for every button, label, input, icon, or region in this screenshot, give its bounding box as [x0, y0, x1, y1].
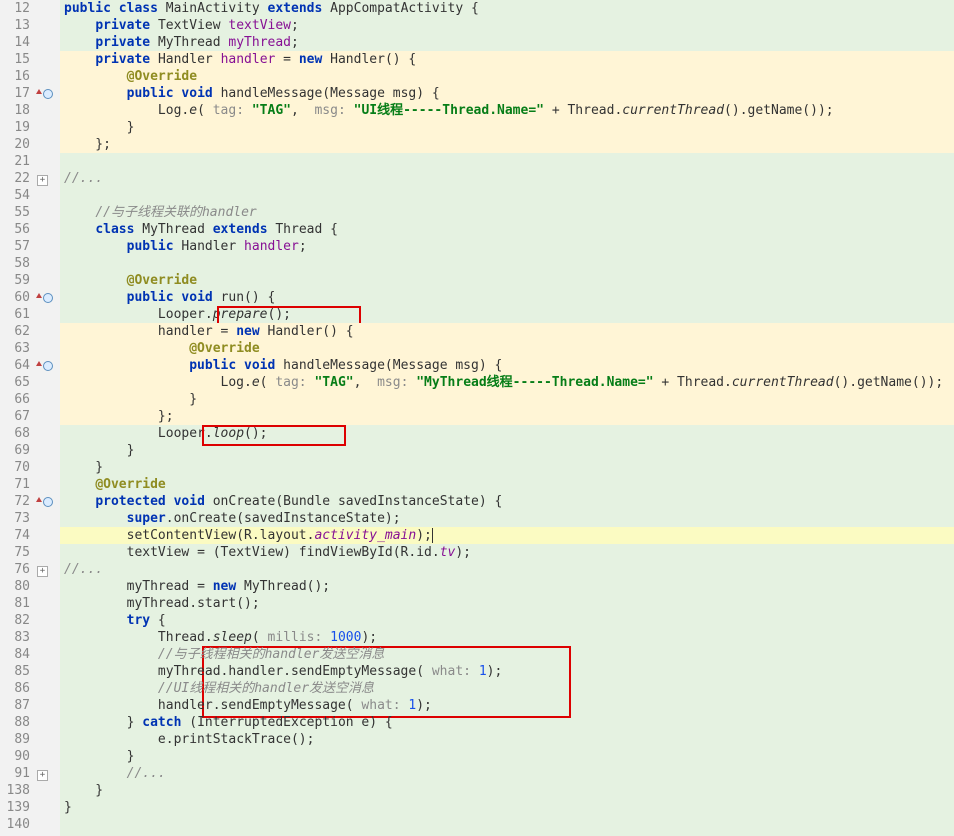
code-line[interactable]: @Override: [60, 272, 954, 289]
fold-toggle[interactable]: +: [37, 566, 48, 577]
code-line-folded[interactable]: //...: [60, 170, 954, 187]
code-line[interactable]: super.onCreate(savedInstanceState);: [60, 510, 954, 527]
code-line[interactable]: }: [60, 119, 954, 136]
code-line[interactable]: //UI线程相关的handler发送空消息: [60, 680, 954, 697]
code-line[interactable]: private Handler handler = new Handler() …: [60, 51, 954, 68]
override-marker-icon[interactable]: [34, 493, 60, 510]
code-line[interactable]: @Override: [60, 340, 954, 357]
code-line[interactable]: myThread.start();: [60, 595, 954, 612]
code-line[interactable]: handler = new Handler() {: [60, 323, 954, 340]
code-line[interactable]: }: [60, 459, 954, 476]
code-line[interactable]: };: [60, 408, 954, 425]
code-line-folded[interactable]: //...: [60, 765, 954, 782]
code-line[interactable]: try {: [60, 612, 954, 629]
code-line[interactable]: public void run() {: [60, 289, 954, 306]
code-line[interactable]: myThread = new MyThread();: [60, 578, 954, 595]
code-line[interactable]: };: [60, 136, 954, 153]
gutter-marks: + + +: [34, 0, 60, 836]
code-line[interactable]: [60, 153, 954, 170]
override-marker-icon[interactable]: [34, 357, 60, 374]
code-line[interactable]: }: [60, 799, 954, 816]
code-area[interactable]: public class MainActivity extends AppCom…: [60, 0, 954, 836]
code-line[interactable]: myThread.handler.sendEmptyMessage( what:…: [60, 663, 954, 680]
code-line[interactable]: public void handleMessage(Message msg) {: [60, 85, 954, 102]
code-line[interactable]: private TextView textView;: [60, 17, 954, 34]
code-line[interactable]: @Override: [60, 476, 954, 493]
code-line[interactable]: Thread.sleep( millis: 1000);: [60, 629, 954, 646]
code-line[interactable]: Looper.loop();: [60, 425, 954, 442]
fold-toggle[interactable]: +: [37, 175, 48, 186]
code-line[interactable]: e.printStackTrace();: [60, 731, 954, 748]
code-line[interactable]: }: [60, 748, 954, 765]
code-line[interactable]: } catch (InterruptedException e) {: [60, 714, 954, 731]
code-line[interactable]: class MyThread extends Thread {: [60, 221, 954, 238]
code-line[interactable]: [60, 816, 954, 833]
code-line[interactable]: textView = (TextView) findViewById(R.id.…: [60, 544, 954, 561]
code-line[interactable]: protected void onCreate(Bundle savedInst…: [60, 493, 954, 510]
code-line[interactable]: public class MainActivity extends AppCom…: [60, 0, 954, 17]
line-number-gutter: 12 13 14 15 16 17 18 19 20 21 22 54 55 5…: [0, 0, 34, 836]
code-line[interactable]: handler.sendEmptyMessage( what: 1);: [60, 697, 954, 714]
code-line[interactable]: Log.e( tag: "TAG", msg: "UI线程-----Thread…: [60, 102, 954, 119]
code-line[interactable]: }: [60, 442, 954, 459]
code-line[interactable]: //与子线程关联的handler: [60, 204, 954, 221]
code-line[interactable]: }: [60, 782, 954, 799]
fold-toggle[interactable]: +: [37, 770, 48, 781]
code-line[interactable]: public void handleMessage(Message msg) {: [60, 357, 954, 374]
override-marker-icon[interactable]: [34, 289, 60, 306]
code-line-folded[interactable]: //...: [60, 561, 954, 578]
code-line[interactable]: private MyThread myThread;: [60, 34, 954, 51]
code-line-current[interactable]: setContentView(R.layout.activity_main);: [60, 527, 954, 544]
code-line[interactable]: Log.e( tag: "TAG", msg: "MyThread线程-----…: [60, 374, 954, 391]
code-editor[interactable]: 12 13 14 15 16 17 18 19 20 21 22 54 55 5…: [0, 0, 954, 836]
code-line[interactable]: @Override: [60, 68, 954, 85]
code-line[interactable]: [60, 255, 954, 272]
code-line[interactable]: }: [60, 391, 954, 408]
caret: [432, 528, 433, 543]
code-line[interactable]: //与子线程相关的handler发送空消息: [60, 646, 954, 663]
code-line[interactable]: [60, 187, 954, 204]
override-marker-icon[interactable]: [34, 85, 60, 102]
code-line[interactable]: public Handler handler;: [60, 238, 954, 255]
code-line[interactable]: Looper.prepare();: [60, 306, 954, 323]
